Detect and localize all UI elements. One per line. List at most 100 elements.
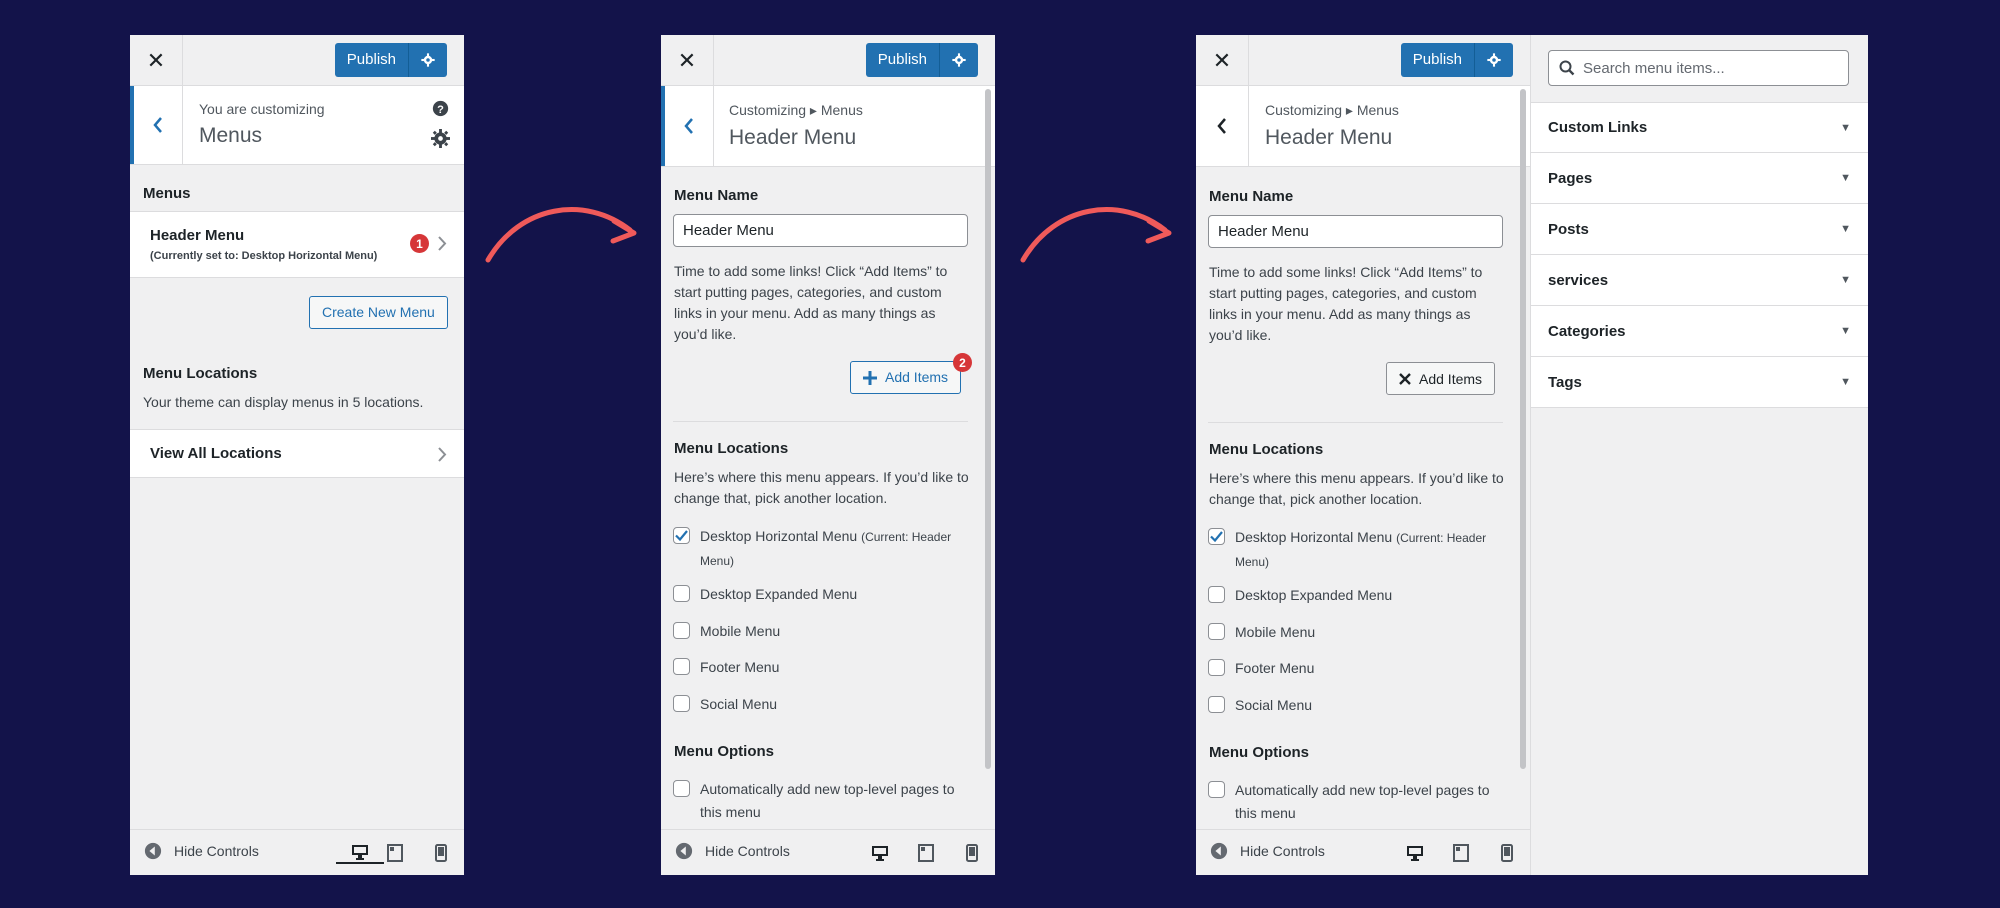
mobile-preview-icon[interactable] (430, 842, 452, 864)
auto-add-checkbox[interactable] (673, 780, 690, 797)
back-button[interactable] (130, 86, 183, 164)
curved-arrow-icon (1020, 207, 1172, 263)
breadcrumb: Customizing ▸ Menus (1265, 102, 1399, 118)
customizer-panel-menus: ✕ Publish You are customizing Menus ? Me… (130, 35, 464, 875)
close-icon[interactable]: ✕ (130, 35, 183, 86)
location-checkbox[interactable] (673, 622, 690, 639)
divider (1208, 422, 1503, 423)
publish-settings-gear-icon[interactable] (940, 43, 978, 77)
location-checkbox-row[interactable]: Social Menu (673, 693, 970, 716)
location-checkbox[interactable] (1208, 586, 1225, 603)
search-menu-items-input[interactable]: Search menu items... (1548, 50, 1849, 86)
location-checkbox[interactable] (1208, 528, 1225, 545)
auto-add-checkbox-row[interactable]: Automatically add new top-level pages to… (1208, 779, 1505, 825)
location-checkbox[interactable] (673, 585, 690, 602)
location-checkbox-row[interactable]: Footer Menu (673, 656, 970, 679)
customizer-footer: Hide Controls (130, 829, 464, 875)
back-button[interactable] (661, 86, 714, 166)
accordion-custom-links[interactable]: Custom Links ▼ (1531, 102, 1868, 153)
location-checkbox-row[interactable]: Desktop Horizontal Menu (Current: Header… (673, 525, 970, 573)
close-icon[interactable]: ✕ (1196, 35, 1249, 86)
publish-settings-gear-icon[interactable] (1475, 43, 1513, 77)
location-checkbox[interactable] (1208, 623, 1225, 640)
mobile-preview-icon[interactable] (1496, 842, 1518, 864)
desktop-preview-icon[interactable] (336, 842, 384, 864)
location-checkbox-row[interactable]: Mobile Menu (673, 620, 970, 643)
menu-name-input[interactable]: Header Menu (1208, 215, 1503, 248)
close-icon[interactable]: ✕ (661, 35, 714, 86)
accordion-title: Custom Links (1548, 119, 1648, 136)
triangle-down-icon: ▼ (1840, 223, 1851, 235)
location-checkbox[interactable] (1208, 659, 1225, 676)
add-items-button[interactable]: Add Items (850, 361, 962, 394)
menu-name-heading: Menu Name (674, 187, 759, 204)
location-label: Desktop Expanded Menu (1235, 587, 1393, 603)
mobile-preview-icon[interactable] (961, 842, 983, 864)
accordion-posts[interactable]: Posts ▼ (1531, 204, 1868, 255)
breadcrumb: Customizing ▸ Menus (729, 102, 863, 118)
back-button[interactable] (1196, 86, 1249, 166)
publish-button[interactable]: Publish (1401, 43, 1475, 77)
chevron-left-icon (1217, 118, 1226, 134)
hide-controls-button[interactable]: Hide Controls (1210, 842, 1325, 860)
location-label: Desktop Horizontal Menu (1235, 529, 1393, 545)
gear-icon[interactable] (431, 129, 450, 153)
publish-settings-gear-icon[interactable] (409, 43, 447, 77)
location-checkbox-row[interactable]: Mobile Menu (1208, 621, 1505, 644)
hide-controls-button[interactable]: Hide Controls (675, 842, 790, 860)
search-placeholder: Search menu items... (1583, 59, 1725, 77)
create-new-menu-button[interactable]: Create New Menu (309, 296, 448, 329)
desktop-preview-icon[interactable] (1404, 842, 1426, 864)
menu-name-input[interactable]: Header Menu (673, 214, 968, 247)
desktop-preview-icon[interactable] (869, 842, 891, 864)
section-header: Customizing ▸ Menus Header Menu (661, 86, 995, 167)
menu-locations-text: Your theme can display menus in 5 locati… (143, 394, 424, 410)
tablet-preview-icon[interactable] (384, 842, 406, 864)
accordion-title: Pages (1548, 169, 1593, 187)
location-checkbox-row[interactable]: Desktop Horizontal Menu (Current: Header… (1208, 526, 1505, 574)
help-icon[interactable]: ? (432, 100, 449, 122)
section-title: Header Menu (729, 126, 857, 149)
tablet-preview-icon[interactable] (915, 842, 937, 864)
location-checkbox-row[interactable]: Desktop Expanded Menu (673, 583, 970, 606)
menu-locations-heading: Menu Locations (674, 440, 789, 457)
publish-button[interactable]: Publish (335, 43, 409, 77)
section-header: Customizing ▸ Menus Header Menu (1196, 86, 1530, 167)
accordion-services[interactable]: services ▼ (1531, 255, 1868, 306)
menu-list-item-header-menu[interactable]: Header Menu (Currently set to: Desktop H… (130, 211, 464, 278)
location-checkbox-row[interactable]: Social Menu (1208, 694, 1505, 717)
accordion-categories[interactable]: Categories ▼ (1531, 306, 1868, 357)
hide-controls-label: Hide Controls (1240, 843, 1325, 859)
auto-add-checkbox[interactable] (1208, 781, 1225, 798)
accordion-tags[interactable]: Tags ▼ (1531, 357, 1868, 408)
location-checkbox-row[interactable]: Footer Menu (1208, 657, 1505, 680)
notification-badge: 1 (410, 234, 429, 253)
triangle-down-icon: ▼ (1840, 172, 1851, 184)
triangle-down-icon: ▼ (1840, 274, 1851, 286)
location-checkbox[interactable] (673, 695, 690, 712)
location-checkbox-row[interactable]: Desktop Expanded Menu (1208, 584, 1505, 607)
hide-controls-button[interactable]: Hide Controls (144, 842, 259, 860)
menu-name-heading: Menu Name (1209, 188, 1294, 205)
menu-locations-heading: Menu Locations (1209, 441, 1324, 458)
section-header: You are customizing Menus ? (130, 86, 464, 165)
view-all-locations-row[interactable]: View All Locations (130, 429, 464, 478)
customizer-footer: Hide Controls (661, 829, 995, 875)
location-checkbox[interactable] (673, 658, 690, 675)
menu-item-subtitle: (Currently set to: Desktop Horizontal Me… (150, 250, 378, 262)
scrollbar[interactable] (1520, 89, 1526, 769)
svg-text:?: ? (437, 104, 444, 116)
customizing-label: You are customizing (199, 101, 325, 117)
close-add-items-button[interactable]: Add Items (1386, 362, 1496, 395)
location-checkbox[interactable] (673, 527, 690, 544)
accordion-pages[interactable]: Pages ▼ (1531, 153, 1868, 204)
menu-locations-text: Here’s where this menu appears. If you’d… (674, 469, 969, 506)
menu-item-title: Header Menu (150, 227, 245, 244)
tablet-preview-icon[interactable] (1450, 842, 1472, 864)
location-checkbox[interactable] (1208, 696, 1225, 713)
publish-group: Publish (1400, 43, 1513, 77)
scrollbar[interactable] (985, 89, 991, 769)
publish-button[interactable]: Publish (866, 43, 940, 77)
auto-add-checkbox-row[interactable]: Automatically add new top-level pages to… (673, 778, 970, 824)
chevron-left-icon (153, 117, 162, 133)
